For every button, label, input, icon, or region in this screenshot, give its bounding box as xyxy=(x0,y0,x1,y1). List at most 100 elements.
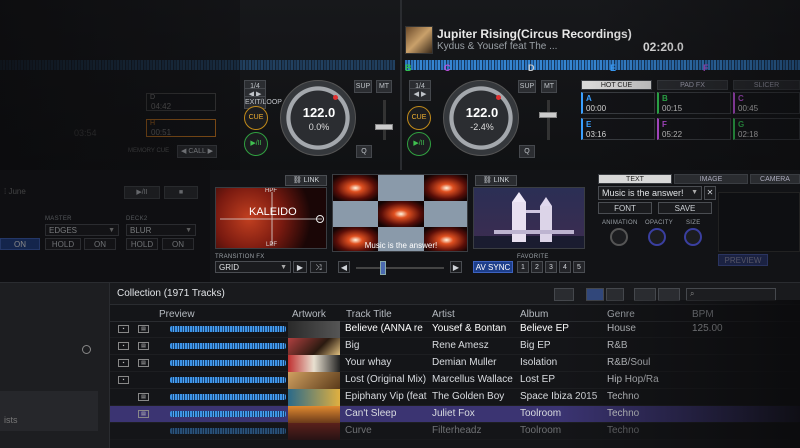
tab-camera[interactable]: CAMERA xyxy=(750,174,800,184)
tab-pad-fx[interactable]: PAD FX xyxy=(657,80,728,90)
master-fx-select[interactable]: EDGES ▼ xyxy=(45,224,119,236)
add-icon[interactable] xyxy=(554,288,574,301)
preview-button[interactable]: PREVIEW xyxy=(718,254,768,266)
text-input[interactable]: Music is the answer! ▼ xyxy=(598,186,702,200)
video-source-play-button[interactable]: ▶/II xyxy=(124,186,160,199)
column-album[interactable]: Album xyxy=(520,309,548,320)
crossfader-right-button[interactable]: ▶ xyxy=(450,261,462,273)
table-row[interactable]: ▪ ▤ Your whay Demian Muller Isolation R&… xyxy=(110,355,800,372)
transition-fx-select[interactable]: GRID ▼ xyxy=(215,261,291,273)
favorite-2-button[interactable]: 2 xyxy=(531,261,543,273)
deck2-play-button[interactable]: ▶/II xyxy=(407,132,431,156)
column-settings-icon[interactable] xyxy=(634,288,656,301)
av-sync-button[interactable]: AV SYNC xyxy=(473,261,513,273)
tab-slicer[interactable]: SLICER xyxy=(733,80,800,90)
hot-cue-letter: G xyxy=(738,120,745,129)
favorite-1-button[interactable]: 1 xyxy=(517,261,529,273)
table-row-selected[interactable]: ▤ Can't Sleep Juliet Fox Toolroom Techno xyxy=(110,406,800,423)
master-hold-button[interactable]: HOLD xyxy=(45,238,81,250)
hot-cue-a[interactable]: A 00:00 xyxy=(581,92,655,114)
deck1-sync-button[interactable]: SUP xyxy=(354,80,372,93)
table-row[interactable]: ▪ ▤ Believe (ANNA re Yousef & Bontan Bel… xyxy=(110,321,800,338)
table-row[interactable]: ▪ Lost (Original Mix) Marcellus Wallace … xyxy=(110,372,800,389)
deck1-jog-wheel[interactable]: 122.0 0.0% xyxy=(280,80,356,156)
kaleido-fx-pad[interactable]: HPF LPF KALEIDO xyxy=(215,187,327,249)
deck1-play-button[interactable]: ▶/II xyxy=(244,132,268,156)
deck2-waveform[interactable] xyxy=(405,60,800,70)
preview-waveform[interactable] xyxy=(170,326,286,332)
animation-knob[interactable] xyxy=(610,228,628,246)
preview-waveform[interactable] xyxy=(170,411,286,417)
table-row[interactable]: ▤ Epiphany Vip (feat The Golden Boy Spac… xyxy=(110,389,800,406)
track-title: Curve xyxy=(345,425,372,436)
deck1-memory-cue-d[interactable]: D 04:42 xyxy=(146,93,216,111)
search-input[interactable]: ⌕ xyxy=(686,288,776,301)
font-button[interactable]: FONT xyxy=(598,202,652,214)
video-source-stop-button[interactable]: ■ xyxy=(164,186,198,199)
right-link-button[interactable]: ⛓ LINK xyxy=(475,175,517,186)
column-bpm[interactable]: BPM xyxy=(692,309,714,320)
master-on-button[interactable]: ON xyxy=(0,238,40,250)
column-artwork[interactable]: Artwork xyxy=(292,309,326,320)
deck2-quantize-button[interactable]: Q xyxy=(519,145,535,158)
deck2-jog-wheel[interactable]: 122.0 -2.4% xyxy=(443,80,519,156)
deck1-master-button[interactable]: MT xyxy=(376,80,392,93)
tab-hot-cue[interactable]: HOT CUE xyxy=(581,80,652,90)
sidebar-target-icon[interactable] xyxy=(82,345,91,354)
preview-waveform[interactable] xyxy=(170,343,286,349)
table-row[interactable]: Curve Filterheadz Toolroom Techno xyxy=(110,423,800,440)
hot-cue-c[interactable]: C 00:45 xyxy=(733,92,800,114)
crossfader-handle[interactable] xyxy=(380,261,386,275)
deck1-waveform[interactable] xyxy=(0,60,395,70)
deck2-sync-button[interactable]: SUP xyxy=(518,80,536,93)
opacity-knob[interactable] xyxy=(648,228,666,246)
sidebar-playlists-panel[interactable]: ists xyxy=(0,391,98,431)
deck1-tempo-slider[interactable] xyxy=(375,124,393,130)
deck1-quantize-button[interactable]: Q xyxy=(356,145,372,158)
hot-cue-g[interactable]: G 02:18 xyxy=(733,118,800,140)
deck2-loop-4-button[interactable]: ◀ ▶ xyxy=(409,88,431,101)
tab-text[interactable]: TEXT xyxy=(598,174,672,184)
tab-image[interactable]: IMAGE xyxy=(674,174,748,184)
table-row[interactable]: ▪ ▤ Big Rene Amesz Big EP R&B xyxy=(110,338,800,355)
deck2-fx-select[interactable]: BLUR ▼ xyxy=(126,224,196,236)
hot-cue-letter: A xyxy=(586,94,592,103)
column-track-title[interactable]: Track Title xyxy=(346,309,392,320)
preview-waveform[interactable] xyxy=(170,428,286,434)
deck2-master-button[interactable]: MT xyxy=(541,80,557,93)
left-link-button[interactable]: ⛓ LINK xyxy=(285,175,327,186)
transition-play-button[interactable]: ▶ xyxy=(293,261,307,273)
track-album: Toolroom xyxy=(520,408,562,419)
list-view-icon[interactable] xyxy=(586,288,604,301)
preview-waveform[interactable] xyxy=(170,360,286,366)
deck2-cue-button[interactable]: CUE xyxy=(407,106,431,130)
favorite-3-button[interactable]: 3 xyxy=(545,261,557,273)
size-knob[interactable] xyxy=(684,228,702,246)
deck1-memory-cue-h[interactable]: H 00:51 xyxy=(146,119,216,137)
deck2-video-preview xyxy=(473,187,585,249)
deck2-hold-button[interactable]: HOLD xyxy=(126,238,158,250)
master-on-toggle[interactable]: ON xyxy=(84,238,116,250)
favorite-5-button[interactable]: 5 xyxy=(573,261,585,273)
hot-cue-b[interactable]: B 00:15 xyxy=(657,92,731,114)
clear-text-button[interactable]: ✕ xyxy=(704,186,716,200)
crossfader-left-button[interactable]: ◀ xyxy=(338,261,350,273)
preview-waveform[interactable] xyxy=(170,394,286,400)
detail-view-icon[interactable] xyxy=(606,288,624,301)
deck1-cue-button[interactable]: CUE xyxy=(244,106,268,130)
deck2-on-button[interactable]: ON xyxy=(162,238,194,250)
column-artist[interactable]: Artist xyxy=(432,309,455,320)
deck2-tempo-slider[interactable] xyxy=(539,112,557,118)
hot-cue-e[interactable]: E 03:16 xyxy=(581,118,655,140)
save-button[interactable]: SAVE xyxy=(658,202,712,214)
favorite-4-button[interactable]: 4 xyxy=(559,261,571,273)
column-preview[interactable]: Preview xyxy=(159,309,195,320)
hot-cue-letter: B xyxy=(662,94,668,103)
memory-cue-call-button[interactable]: ◀ CALL ▶ xyxy=(177,145,217,158)
preview-waveform[interactable] xyxy=(170,377,286,383)
hot-cue-f[interactable]: F 05:22 xyxy=(657,118,731,140)
transition-shuffle-button[interactable]: ⤨ xyxy=(310,261,327,273)
deck2-track-title: Jupiter Rising(Circus Recordings) xyxy=(437,27,632,41)
filter-icon[interactable] xyxy=(658,288,680,301)
column-genre[interactable]: Genre xyxy=(607,309,635,320)
